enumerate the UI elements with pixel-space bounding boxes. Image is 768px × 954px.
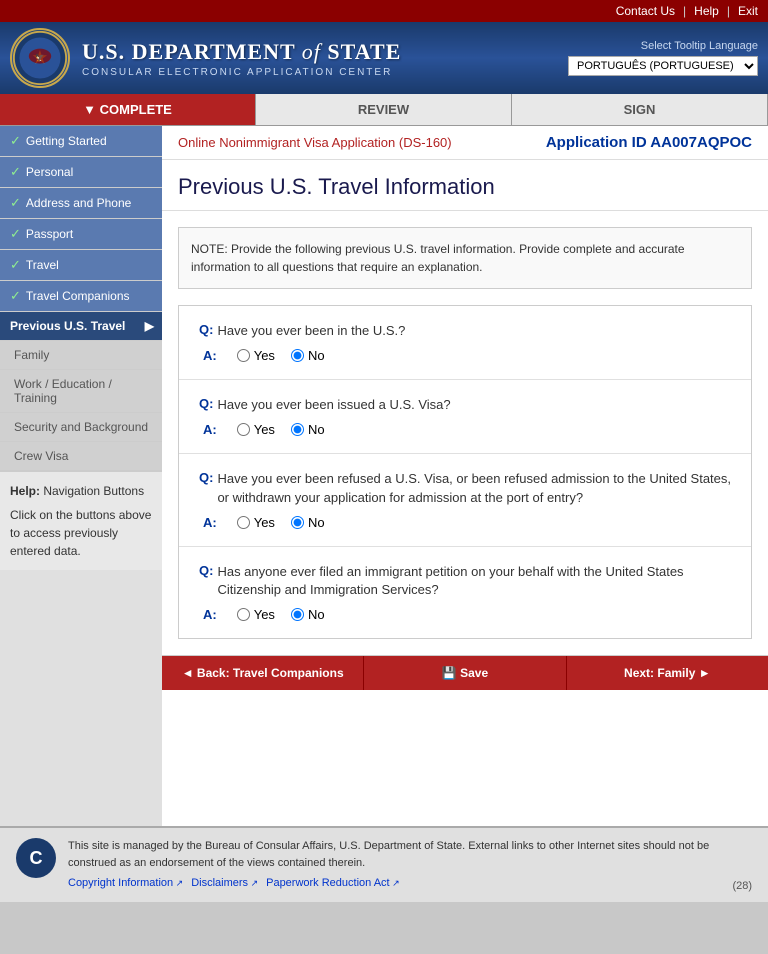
footer-body-text: This site is managed by the Bureau of Co… bbox=[68, 838, 720, 871]
q4-yes-option[interactable]: Yes bbox=[237, 607, 275, 622]
main-content: Online Nonimmigrant Visa Application (DS… bbox=[162, 126, 768, 826]
footer-text-area: This site is managed by the Bureau of Co… bbox=[68, 838, 720, 892]
tab-review[interactable]: REVIEW bbox=[256, 94, 512, 125]
main-layout: ✓ Getting Started ✓ Personal ✓ Address a… bbox=[0, 126, 768, 826]
a1-label: A: bbox=[203, 348, 217, 363]
page-title: Previous U.S. Travel Information bbox=[162, 160, 768, 211]
back-button[interactable]: ◄ Back: Travel Companions bbox=[162, 656, 363, 690]
q1-no-radio[interactable] bbox=[291, 349, 304, 362]
seal-logo: ★ 🦅 bbox=[10, 28, 70, 88]
svg-text:🦅: 🦅 bbox=[35, 53, 44, 62]
sidebar-item-crew-visa[interactable]: Crew Visa bbox=[0, 442, 162, 471]
footer: C This site is managed by the Bureau of … bbox=[0, 826, 768, 902]
a3-label: A: bbox=[203, 515, 217, 530]
q2-no-radio[interactable] bbox=[291, 423, 304, 436]
q3-no-option[interactable]: No bbox=[291, 515, 325, 530]
arrow-right-icon: ▶ bbox=[145, 319, 154, 333]
sidebar-item-travel-companions[interactable]: ✓ Travel Companions bbox=[0, 281, 162, 312]
copyright-link[interactable]: Copyright Information bbox=[68, 875, 183, 892]
q4-label: Q: bbox=[199, 563, 213, 578]
tooltip-lang-label: Select Tooltip Language bbox=[641, 40, 758, 52]
q1-yes-option[interactable]: Yes bbox=[237, 348, 275, 363]
sidebar-item-family[interactable]: Family bbox=[0, 341, 162, 370]
q3-text: Have you ever been refused a U.S. Visa, … bbox=[217, 470, 731, 506]
footer-page-number: (28) bbox=[732, 880, 752, 892]
footer-logo: C bbox=[16, 838, 56, 878]
bottom-nav: ◄ Back: Travel Companions 💾 Save Next: F… bbox=[162, 655, 768, 690]
q4-no-option[interactable]: No bbox=[291, 607, 325, 622]
exit-link[interactable]: Exit bbox=[738, 4, 758, 18]
q1-text: Have you ever been in the U.S.? bbox=[217, 322, 405, 340]
questions-box: Q: Have you ever been in the U.S.? A: Ye… bbox=[178, 305, 752, 639]
tab-sign[interactable]: SIGN bbox=[512, 94, 768, 125]
check-icon: ✓ bbox=[10, 257, 21, 273]
q3-yes-radio[interactable] bbox=[237, 516, 250, 529]
check-icon: ✓ bbox=[10, 164, 21, 180]
dept-subtitle: CONSULAR ELECTRONIC APPLICATION CENTER bbox=[82, 67, 556, 78]
q3-no-radio[interactable] bbox=[291, 516, 304, 529]
q2-no-option[interactable]: No bbox=[291, 422, 325, 437]
question-row-3: Q: Have you ever been refused a U.S. Vis… bbox=[179, 454, 751, 546]
app-id: Application ID AA007AQPOC bbox=[546, 134, 752, 151]
q3-label: Q: bbox=[199, 470, 213, 485]
page-header: ★ 🦅 U.S. DEPARTMENT of STATE CONSULAR EL… bbox=[0, 22, 768, 94]
app-header: Online Nonimmigrant Visa Application (DS… bbox=[162, 126, 768, 160]
sidebar-item-travel[interactable]: ✓ Travel bbox=[0, 250, 162, 281]
help-box: Help: Navigation Buttons Click on the bu… bbox=[0, 471, 162, 570]
tab-complete-arrow: ▼ bbox=[83, 102, 99, 117]
help-link[interactable]: Help bbox=[694, 4, 719, 18]
footer-links: Copyright Information Disclaimers Paperw… bbox=[68, 875, 720, 892]
sidebar-item-personal[interactable]: ✓ Personal bbox=[0, 157, 162, 188]
q3-yes-option[interactable]: Yes bbox=[237, 515, 275, 530]
help-body-text: Click on the buttons above to access pre… bbox=[10, 506, 152, 560]
note-box: NOTE: Provide the following previous U.S… bbox=[178, 227, 752, 289]
sidebar-item-security-background[interactable]: Security and Background bbox=[0, 413, 162, 442]
eagle-seal-icon: ★ 🦅 bbox=[12, 30, 68, 86]
contact-us-link[interactable]: Contact Us bbox=[616, 4, 675, 18]
language-select[interactable]: PORTUGUÊS (PORTUGUESE) ENGLISH ESPAÑOL (… bbox=[568, 56, 758, 76]
q1-no-option[interactable]: No bbox=[291, 348, 325, 363]
check-icon: ✓ bbox=[10, 133, 21, 149]
help-title: Help: bbox=[10, 484, 40, 498]
sidebar: ✓ Getting Started ✓ Personal ✓ Address a… bbox=[0, 126, 162, 826]
app-title: Online Nonimmigrant Visa Application (DS… bbox=[178, 135, 452, 150]
q4-text: Has anyone ever filed an immigrant petit… bbox=[217, 563, 731, 599]
tab-complete[interactable]: ▼ COMPLETE bbox=[0, 94, 256, 125]
department-title: U.S. DEPARTMENT of STATE CONSULAR ELECTR… bbox=[82, 39, 556, 78]
q2-text: Have you ever been issued a U.S. Visa? bbox=[217, 396, 450, 414]
check-icon: ✓ bbox=[10, 288, 21, 304]
q4-no-radio[interactable] bbox=[291, 608, 304, 621]
nav-tabs: ▼ COMPLETE REVIEW SIGN bbox=[0, 94, 768, 126]
top-bar: Contact Us | Help | Exit bbox=[0, 0, 768, 22]
sidebar-item-passport[interactable]: ✓ Passport bbox=[0, 219, 162, 250]
save-button[interactable]: 💾 Save bbox=[363, 656, 566, 690]
sidebar-item-work-education[interactable]: Work / Education / Training bbox=[0, 370, 162, 413]
question-row-2: Q: Have you ever been issued a U.S. Visa… bbox=[179, 380, 751, 454]
q2-label: Q: bbox=[199, 396, 213, 411]
disclaimers-link[interactable]: Disclaimers bbox=[191, 875, 258, 892]
q1-yes-radio[interactable] bbox=[237, 349, 250, 362]
header-lang-area: Select Tooltip Language PORTUGUÊS (PORTU… bbox=[568, 40, 758, 76]
paperwork-link[interactable]: Paperwork Reduction Act bbox=[266, 875, 400, 892]
sidebar-item-previous-us-travel[interactable]: Previous U.S. Travel ▶ bbox=[0, 312, 162, 341]
a2-label: A: bbox=[203, 422, 217, 437]
sidebar-item-address-phone[interactable]: ✓ Address and Phone bbox=[0, 188, 162, 219]
q4-yes-radio[interactable] bbox=[237, 608, 250, 621]
check-icon: ✓ bbox=[10, 195, 21, 211]
q2-yes-option[interactable]: Yes bbox=[237, 422, 275, 437]
q1-label: Q: bbox=[199, 322, 213, 337]
check-icon: ✓ bbox=[10, 226, 21, 242]
question-row-1: Q: Have you ever been in the U.S.? A: Ye… bbox=[179, 306, 751, 380]
q2-yes-radio[interactable] bbox=[237, 423, 250, 436]
a4-label: A: bbox=[203, 607, 217, 622]
next-button[interactable]: Next: Family ► bbox=[567, 656, 768, 690]
sidebar-item-getting-started[interactable]: ✓ Getting Started bbox=[0, 126, 162, 157]
question-row-4: Q: Has anyone ever filed an immigrant pe… bbox=[179, 547, 751, 638]
